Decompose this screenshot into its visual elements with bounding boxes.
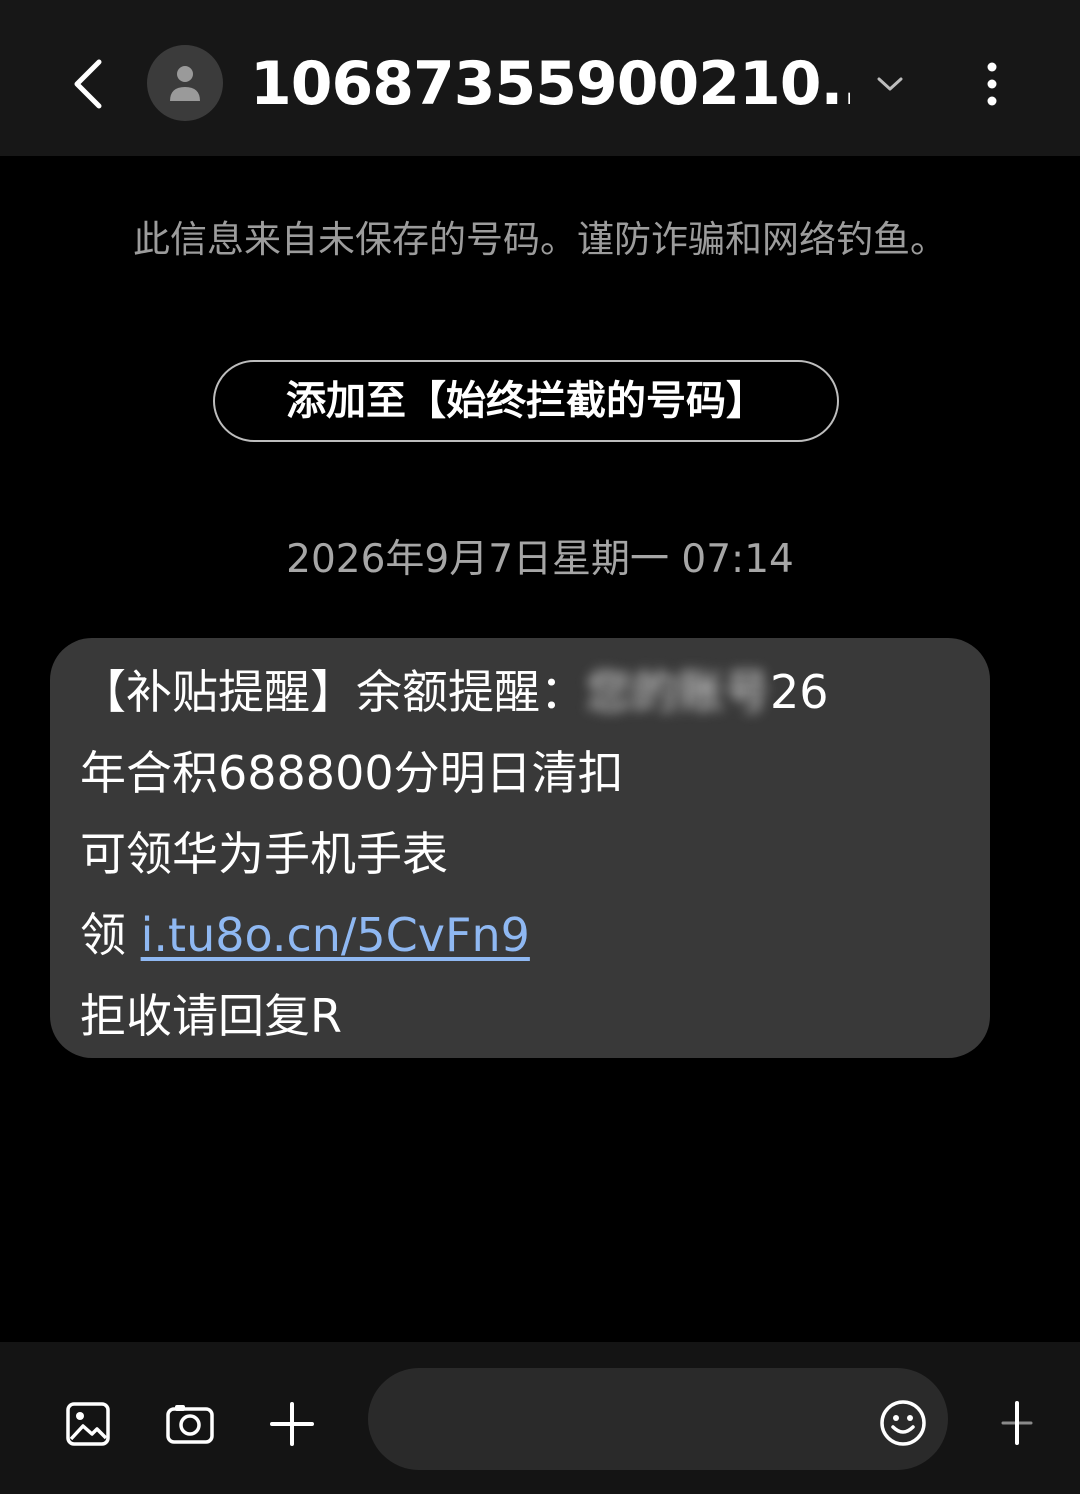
chevron-down-icon [877, 77, 903, 91]
redacted-text: 您的账号 [586, 665, 770, 719]
message-line: 年合积688800分明日清扣 [80, 746, 624, 800]
send-icon [1001, 1401, 1033, 1445]
unsaved-number-warning: 此信息来自未保存的号码。谨防诈骗和网络钓鱼。 [133, 218, 947, 261]
image-icon [66, 1402, 110, 1446]
camera-icon [166, 1405, 214, 1444]
message-link[interactable]: i.tu8o.cn/5CvFn9 [141, 908, 530, 962]
more-vertical-icon [987, 62, 997, 106]
message-text: 26 [770, 665, 829, 719]
smiley-icon [880, 1400, 926, 1446]
chevron-left-icon [74, 59, 102, 109]
more-options-button[interactable] [966, 56, 1018, 112]
message-line: 领 i.tu8o.cn/5CvFn9 [80, 895, 960, 976]
add-to-block-list-button[interactable]: 添加至【始终拦截的号码】 [213, 360, 839, 442]
emoji-button[interactable] [876, 1396, 930, 1450]
message-text: 【补贴提醒】余额提醒： [80, 665, 586, 719]
plus-icon [270, 1402, 314, 1446]
gallery-button[interactable] [62, 1398, 114, 1450]
camera-button[interactable] [164, 1398, 216, 1450]
message-bubble[interactable]: 【补贴提醒】余额提醒：您的账号26 年合积688800分明日清扣 可领华为手机手… [50, 638, 990, 1058]
back-button[interactable] [56, 48, 120, 120]
message-line: 拒收请回复R [80, 989, 342, 1043]
contact-name[interactable]: 10687355900210... [250, 44, 850, 124]
conversation-header: 10687355900210... [0, 0, 1080, 156]
message-line: 可领华为手机手表 [80, 827, 448, 881]
send-button[interactable] [990, 1396, 1044, 1450]
message-line: 【补贴提醒】余额提醒：您的账号26 [80, 652, 960, 733]
add-attachment-button[interactable] [266, 1398, 318, 1450]
avatar[interactable] [147, 45, 223, 121]
person-icon [170, 66, 200, 101]
date-separator: 2026年9月7日星期一 07:14 [286, 537, 794, 582]
message-input[interactable] [368, 1368, 948, 1470]
expand-button[interactable] [864, 58, 916, 110]
message-text: 领 [80, 908, 141, 962]
